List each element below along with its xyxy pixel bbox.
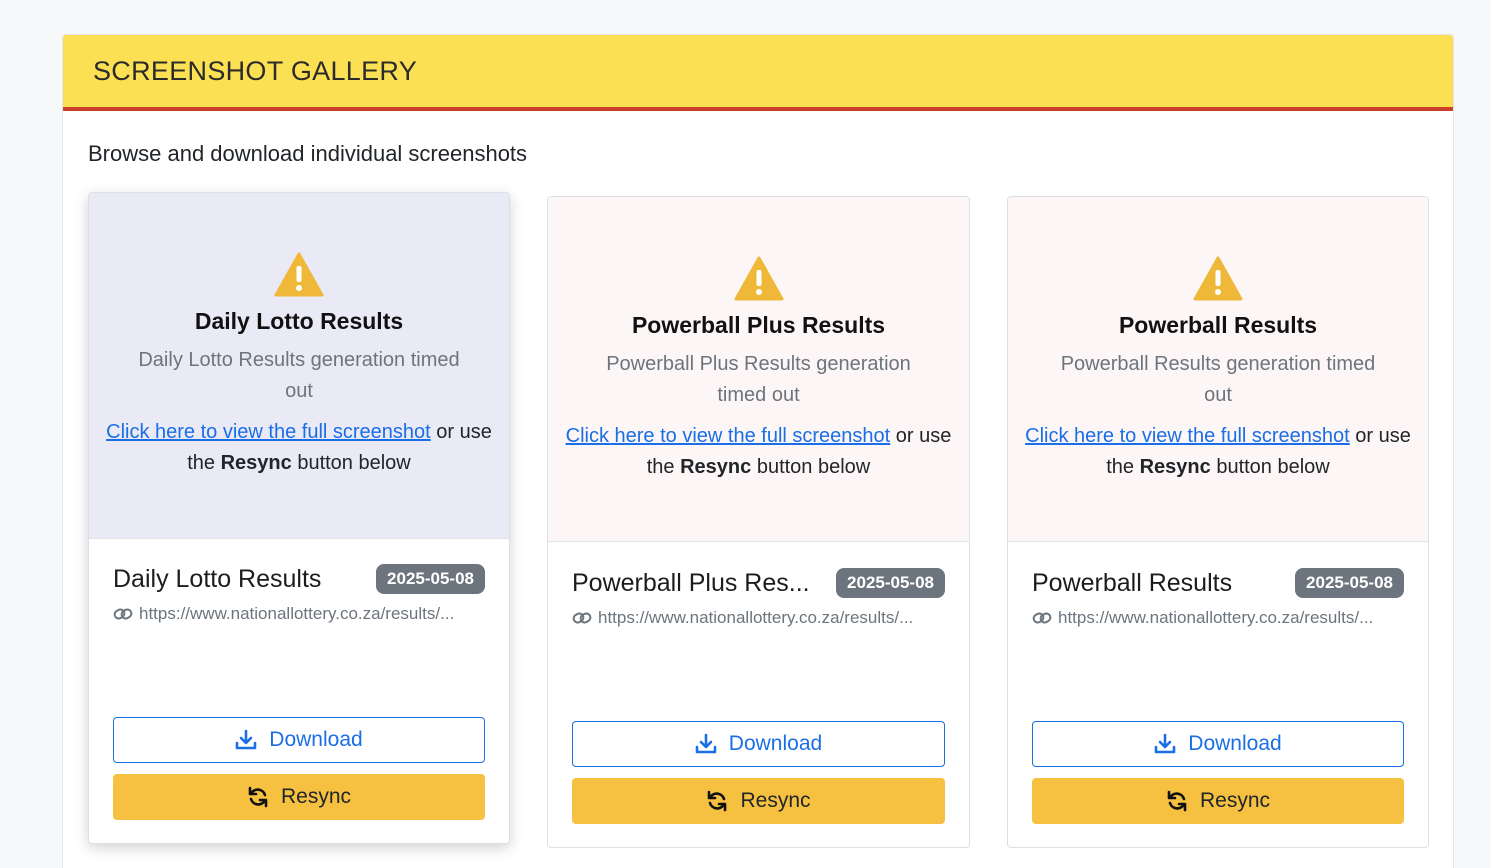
card-name: Powerball Results xyxy=(1032,568,1233,597)
view-full-screenshot-link[interactable]: Click here to view the full screenshot xyxy=(106,421,431,443)
preview-title: Daily Lotto Results xyxy=(194,308,404,334)
hint-bold: Resync xyxy=(680,455,752,478)
link-icon xyxy=(113,608,133,620)
gallery-title: SCREENSHOT GALLERY xyxy=(93,55,418,86)
preview-title: Powerball Plus Results xyxy=(631,311,886,338)
screenshot-card: Daily Lotto Results Daily Lotto Results … xyxy=(88,192,510,844)
resync-label: Resync xyxy=(740,789,811,812)
link-icon xyxy=(1032,612,1052,624)
screenshot-card: Powerball Plus Results Powerball Plus Re… xyxy=(547,196,970,848)
screenshot-gallery: SCREENSHOT GALLERY Browse and download i… xyxy=(62,34,1454,868)
resync-label: Resync xyxy=(280,785,352,808)
download-label: Download xyxy=(728,732,823,755)
card-url: https://www.nationallottery.co.za/result… xyxy=(1032,608,1404,628)
link-icon xyxy=(572,612,592,624)
gallery-subtitle: Browse and download individual screensho… xyxy=(88,141,528,166)
preview-message: Powerball Results generation timed out xyxy=(1060,352,1376,406)
date-badge: 2025-05-08 xyxy=(836,568,945,598)
card-preview: Powerball Plus Results Powerball Plus Re… xyxy=(548,197,969,542)
url-text[interactable]: https://www.nationallottery.co.za/result… xyxy=(598,608,913,628)
preview-hint: Click here to view the full screenshot o… xyxy=(556,421,961,483)
resync-button[interactable]: Resync xyxy=(113,774,485,820)
resync-icon xyxy=(708,790,727,812)
warning-triangle-icon xyxy=(1193,256,1243,300)
view-full-screenshot-link[interactable]: Click here to view the full screenshot xyxy=(566,425,891,447)
card-name: Daily Lotto Results xyxy=(113,564,322,593)
resync-button[interactable]: Resync xyxy=(1032,778,1404,824)
preview-title: Powerball Results xyxy=(1118,311,1318,338)
download-icon xyxy=(235,729,257,750)
download-button[interactable]: Download xyxy=(1032,721,1404,767)
preview-message: Powerball Plus Results generation timed … xyxy=(606,352,911,406)
warning-triangle-icon xyxy=(734,256,783,300)
hint-bold: Resync xyxy=(1139,455,1211,478)
download-icon xyxy=(1154,733,1176,754)
hint-end: button below xyxy=(1210,455,1330,478)
download-button[interactable]: Download xyxy=(113,717,485,763)
hint-end: button below xyxy=(751,455,871,478)
resync-button[interactable]: Resync xyxy=(572,778,945,824)
preview-hint: Click here to view the full screenshot o… xyxy=(97,417,501,479)
download-label: Download xyxy=(1188,732,1282,755)
download-icon xyxy=(695,733,717,754)
hint-bold: Resync xyxy=(220,452,292,474)
download-label: Download xyxy=(269,728,363,751)
card-body: Daily Lotto Results 2025-05-08 https://w… xyxy=(113,562,485,624)
preview-hint: Click here to view the full screenshot o… xyxy=(1016,421,1420,483)
hint-end: button below xyxy=(291,452,411,474)
resync-icon xyxy=(248,786,268,808)
card-name: Powerball Plus Res... xyxy=(572,568,810,597)
card-preview: Powerball Results Powerball Results gene… xyxy=(1008,197,1428,542)
warning-triangle-icon xyxy=(274,252,324,297)
resync-label: Resync xyxy=(1199,789,1271,812)
screenshot-card: Powerball Results Powerball Results gene… xyxy=(1007,196,1429,848)
gallery-header: SCREENSHOT GALLERY xyxy=(63,35,1453,111)
url-text[interactable]: https://www.nationallottery.co.za/result… xyxy=(1058,608,1373,628)
view-full-screenshot-link[interactable]: Click here to view the full screenshot xyxy=(1025,425,1350,447)
date-badge: 2025-05-08 xyxy=(1295,568,1404,598)
card-preview: Daily Lotto Results Daily Lotto Results … xyxy=(89,193,509,539)
card-url: https://www.nationallottery.co.za/result… xyxy=(572,608,945,628)
date-badge: 2025-05-08 xyxy=(376,564,485,594)
card-body: Powerball Plus Res... 2025-05-08 https:/… xyxy=(572,566,945,628)
preview-message: Daily Lotto Results generation timed out xyxy=(138,349,460,402)
card-body: Powerball Results 2025-05-08 https://www… xyxy=(1032,566,1404,628)
download-button[interactable]: Download xyxy=(572,721,945,767)
resync-icon xyxy=(1167,790,1187,812)
card-url: https://www.nationallottery.co.za/result… xyxy=(113,604,485,624)
url-text[interactable]: https://www.nationallottery.co.za/result… xyxy=(139,604,454,624)
